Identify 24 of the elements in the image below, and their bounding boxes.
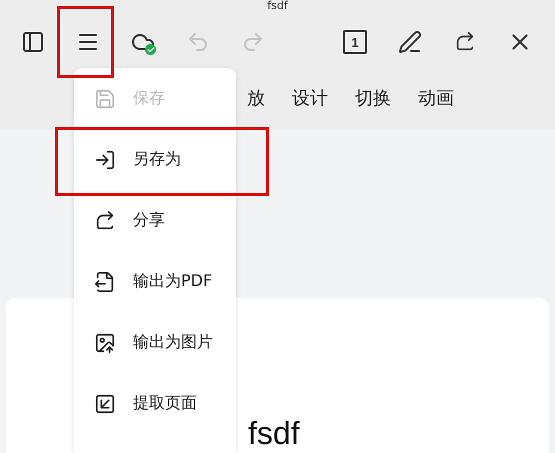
extract-icon — [94, 392, 116, 414]
document-title: fsdf — [266, 0, 289, 14]
ribbon-tab[interactable]: 设计 — [292, 86, 328, 110]
highlight-overlay — [57, 6, 114, 78]
export-icon — [94, 270, 116, 292]
menu-item-label: 分享 — [133, 210, 165, 231]
menu-item[interactable]: 输出为PDF — [74, 251, 236, 312]
menu-item[interactable]: 分享 — [74, 190, 236, 251]
menu-item-label: 输出为图片 — [133, 332, 213, 353]
share-icon — [94, 210, 116, 232]
menu-item[interactable]: 输出为图片 — [74, 312, 236, 373]
slide-text: fsdf — [248, 416, 301, 450]
menu-item-label: 输出为PDF — [133, 271, 212, 292]
save-as-icon — [94, 148, 116, 170]
menu-item-label: 另存为 — [133, 149, 181, 170]
ribbon-tab[interactable]: 放 — [247, 86, 265, 110]
ribbon-tab[interactable]: 切换 — [355, 86, 391, 110]
menu-item-label: 保存 — [133, 88, 165, 109]
image-export-icon — [94, 332, 116, 354]
save-icon — [94, 88, 116, 110]
ribbon-tab[interactable]: 动画 — [418, 86, 454, 110]
menu-item-label: 提取页面 — [133, 393, 197, 414]
page-number-button[interactable]: 1 — [333, 20, 377, 64]
menu-item[interactable]: 提取页面 — [74, 373, 236, 434]
